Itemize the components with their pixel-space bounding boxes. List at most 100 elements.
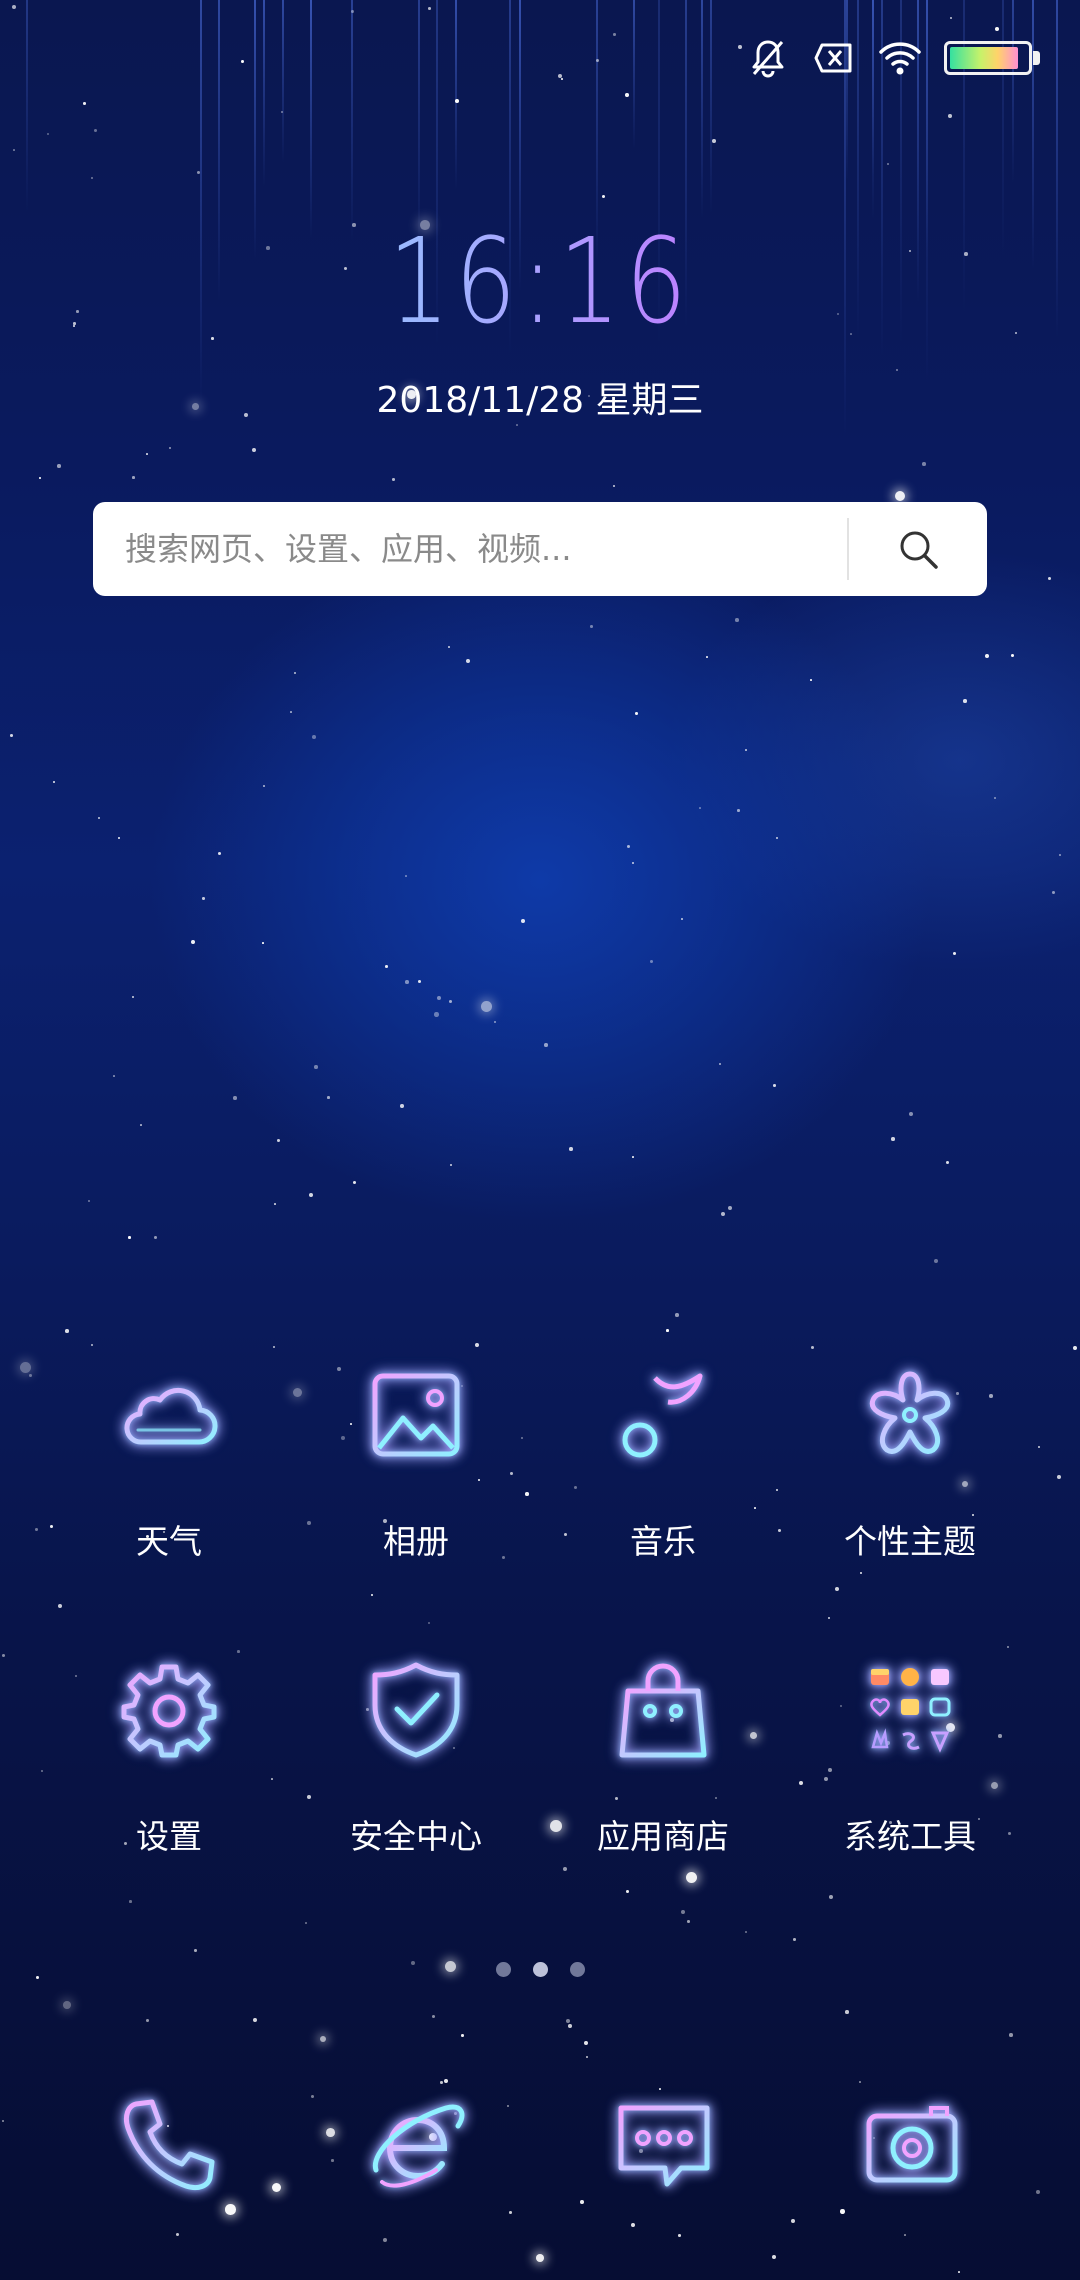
star: [94, 129, 98, 133]
star: [521, 1437, 524, 1440]
status-bar: [746, 28, 1040, 88]
app-music[interactable]: 音乐: [563, 1355, 763, 1585]
star: [253, 2018, 258, 2023]
star: [309, 1193, 313, 1197]
star: [385, 965, 388, 968]
star: [311, 2095, 315, 2099]
star: [566, 2019, 571, 2024]
star: [132, 996, 134, 998]
search-icon: [900, 531, 938, 569]
star: [953, 952, 957, 956]
gear-icon: [121, 1664, 217, 1758]
star: [191, 940, 196, 945]
phone-icon: [123, 2099, 215, 2191]
app-security-center[interactable]: 安全中心: [316, 1650, 516, 1880]
star: [327, 1096, 330, 1099]
star: [895, 491, 906, 502]
star: [63, 2001, 71, 2009]
page-dot[interactable]: [532, 1962, 548, 1977]
star: [466, 659, 471, 664]
star: [738, 45, 742, 49]
star: [681, 918, 683, 920]
dock-camera[interactable]: [842, 2075, 982, 2215]
star: [799, 1781, 804, 1786]
light-streak: [455, 0, 457, 190]
app-label: 应用商店: [597, 1817, 729, 1856]
browser-icon: [372, 2104, 465, 2188]
clock-date[interactable]: 2018/11/28 星期三: [0, 371, 1080, 423]
star: [83, 102, 86, 105]
star: [811, 1346, 815, 1350]
star: [118, 837, 121, 840]
star: [778, 1529, 782, 1533]
star: [50, 1525, 53, 1528]
star: [146, 2019, 149, 2022]
shopping-bag-icon: [619, 1663, 707, 1758]
star: [950, 17, 953, 20]
app-label: 相册: [383, 1522, 449, 1561]
star: [20, 1362, 31, 1373]
star: [113, 1075, 115, 1077]
star: [602, 195, 606, 199]
star: [290, 711, 292, 713]
app-themes[interactable]: 个性主题: [810, 1355, 1010, 1585]
app-settings[interactable]: 设置: [69, 1650, 269, 1880]
star: [140, 1124, 142, 1126]
star: [272, 2183, 282, 2193]
app-label: 系统工具: [844, 1817, 976, 1856]
clock-time[interactable]: 16:16: [97, 212, 983, 350]
star: [437, 996, 441, 1000]
star: [721, 1212, 726, 1217]
star: [353, 1181, 357, 1185]
star: [39, 477, 41, 479]
star: [146, 453, 148, 455]
light-streak: [710, 0, 712, 213]
star: [922, 462, 926, 466]
app-weather[interactable]: 天气: [69, 1355, 269, 1585]
star: [580, 2200, 584, 2204]
star: [776, 1489, 779, 1492]
light-streak: [633, 0, 635, 149]
star: [432, 2015, 436, 2019]
star: [887, 163, 889, 165]
star: [314, 1065, 318, 1069]
star: [294, 672, 297, 675]
star: [65, 1329, 69, 1333]
app-system-tools-folder[interactable]: 系统工具: [810, 1650, 1010, 1880]
star: [675, 1313, 679, 1317]
wifi-icon: [879, 42, 921, 75]
app-gallery[interactable]: 相册: [316, 1355, 516, 1585]
star: [632, 1156, 634, 1158]
dock-browser[interactable]: [347, 2075, 487, 2215]
app-label: 音乐: [630, 1522, 696, 1561]
star: [719, 1063, 721, 1065]
shield-check-icon: [372, 1662, 460, 1758]
star: [428, 7, 431, 10]
star: [307, 1521, 311, 1525]
star: [1052, 891, 1056, 895]
page-indicator[interactable]: [0, 1962, 1080, 1977]
sim-x-icon: [814, 43, 852, 73]
star: [963, 699, 967, 703]
star: [681, 1910, 685, 1914]
app-store[interactable]: 应用商店: [563, 1650, 763, 1880]
star: [631, 2223, 635, 2227]
dock-phone[interactable]: [99, 2075, 239, 2215]
search-button[interactable]: [849, 502, 987, 596]
search-bar[interactable]: [93, 501, 987, 597]
search-input[interactable]: [93, 501, 847, 597]
star: [632, 862, 635, 865]
page-dot[interactable]: [495, 1962, 511, 1977]
star: [745, 749, 747, 751]
page-dot[interactable]: [569, 1962, 585, 1977]
battery-level: [950, 47, 1018, 69]
star: [450, 1164, 452, 1166]
star: [1073, 1346, 1077, 1350]
star: [994, 797, 996, 799]
star: [586, 2056, 588, 2058]
star: [271, 1778, 273, 1780]
star: [735, 618, 739, 622]
star: [307, 1795, 312, 1800]
dock-messages[interactable]: [594, 2075, 734, 2215]
light-streak: [351, 0, 353, 241]
